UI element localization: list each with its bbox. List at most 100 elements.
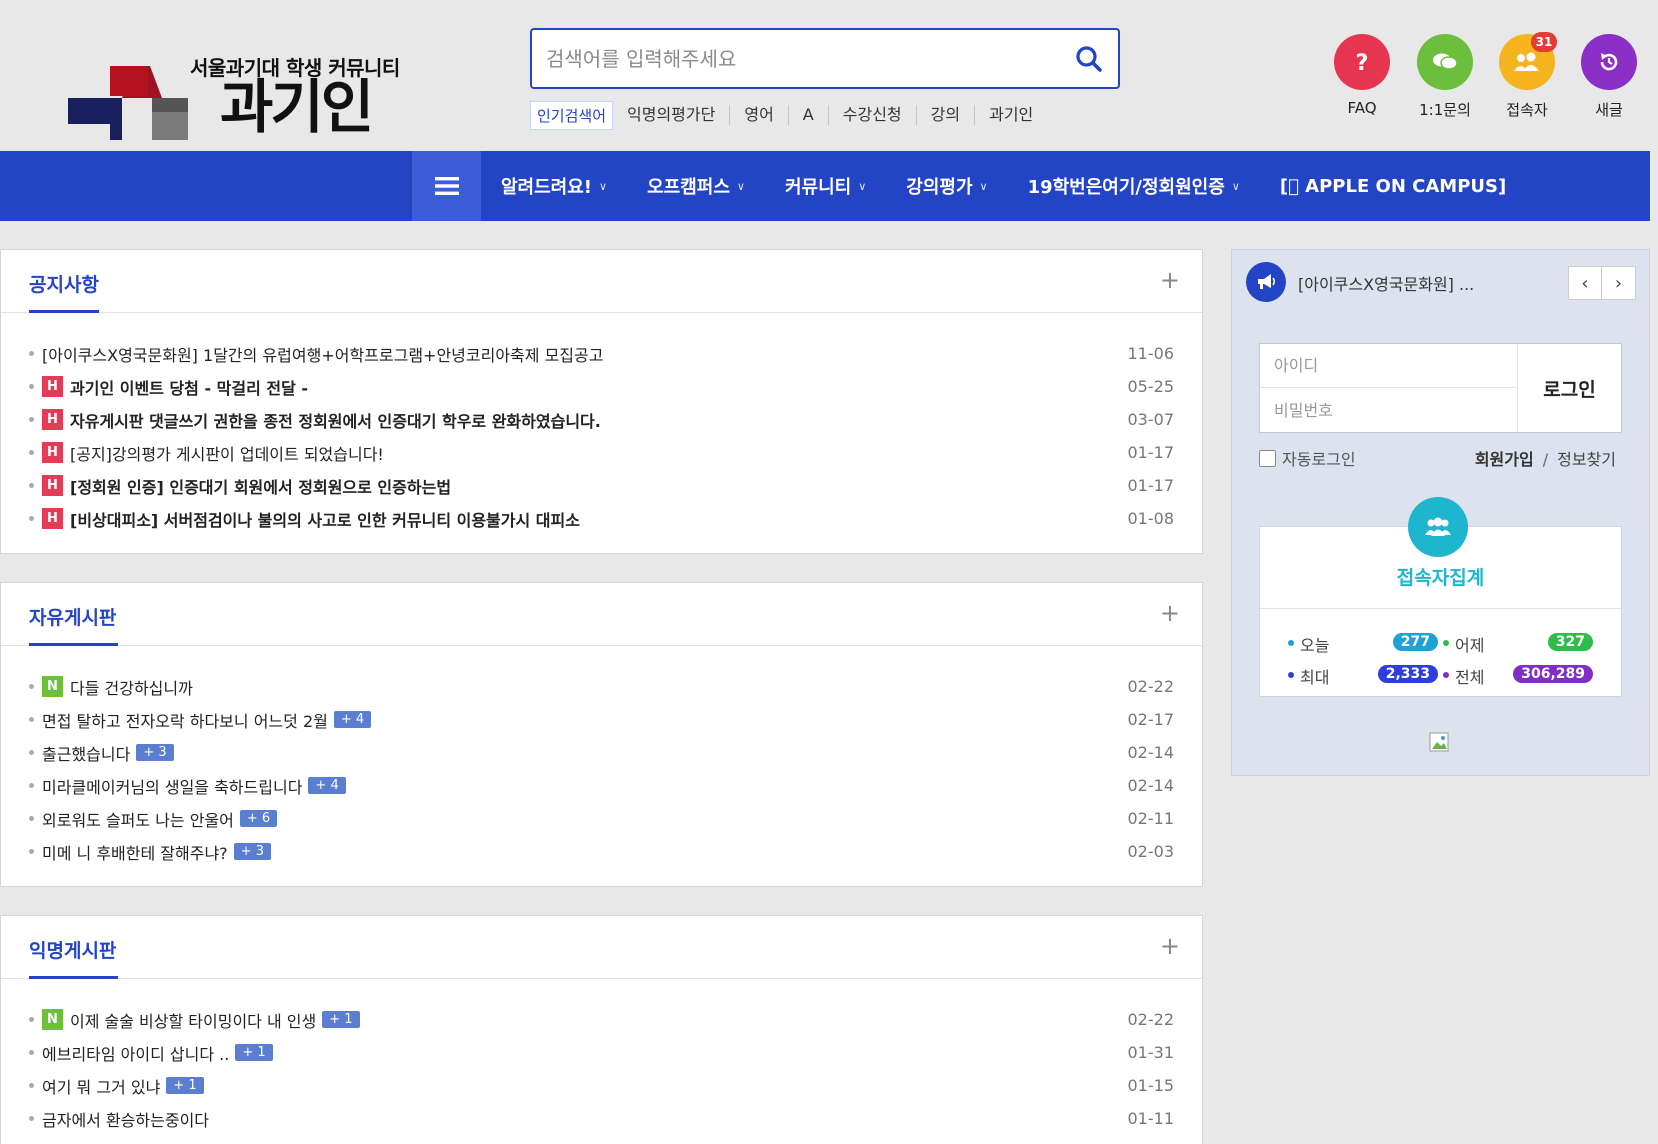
- join-link[interactable]: 회원가입: [1475, 450, 1534, 469]
- nav-item-label: 19학번은여기/정회원인증: [1027, 177, 1225, 198]
- chevron-down-icon: ∨: [736, 179, 745, 193]
- post-title[interactable]: [정회원 인증] 인증대기 회원에서 정회원으로 인증하는법: [70, 474, 451, 498]
- comment-count-badge: + 3: [136, 744, 174, 761]
- post-title[interactable]: [아이쿠스X영국문화원] 1달간의 유럽여행+어학프로그램+안녕코리아축제 모집…: [42, 342, 603, 366]
- post-date: 03-07: [1127, 410, 1175, 429]
- bullet-icon: [29, 717, 34, 722]
- sidebar-notice-text[interactable]: [아이쿠스X영국문화원] ...: [1298, 271, 1474, 295]
- post-item[interactable]: 금자에서 환승하는중이다 01-11: [1, 1102, 1202, 1135]
- login-button[interactable]: 로그인: [1517, 344, 1621, 432]
- more-icon[interactable]: +: [1160, 932, 1180, 960]
- chevron-down-icon: ∨: [1231, 179, 1240, 193]
- username-field[interactable]: [1260, 344, 1516, 388]
- post-item[interactable]: N 이제 술술 비상할 타이밍이다 내 인생 + 1 02-22: [1, 1003, 1202, 1036]
- post-item[interactable]: 면접 탈하고 전자오락 하다보니 어느덧 2월 + 4 02-17: [1, 703, 1202, 736]
- stat-label: 최대: [1300, 668, 1330, 687]
- search-input[interactable]: [546, 42, 1046, 76]
- post-title[interactable]: [비상대피소] 서버점검이나 불의의 사고로 인한 커뮤니티 이용불가시 대피소: [70, 507, 580, 531]
- post-title[interactable]: 외로워도 슬퍼도 나는 안울어: [42, 807, 234, 831]
- question-icon: ?: [1334, 34, 1390, 90]
- menu-icon[interactable]: [412, 151, 481, 221]
- site-logo[interactable]: 서울과기대 학생 커뮤니티 과기인: [68, 50, 418, 140]
- panel-title-underline: [29, 976, 118, 979]
- stats-title: 접속자집계: [1396, 567, 1485, 589]
- new-posts-label: 새글: [1595, 101, 1623, 119]
- post-title[interactable]: 면접 탈하고 전자오락 하다보니 어느덧 2월: [42, 708, 328, 732]
- faq-label: FAQ: [1347, 99, 1377, 117]
- search-icon[interactable]: [1074, 44, 1104, 74]
- post-item[interactable]: H [비상대피소] 서버점검이나 불의의 사고로 인한 커뮤니티 이용불가시 대피…: [1, 502, 1202, 535]
- nav-item-offcampus[interactable]: 오프캠퍼스 ∨: [627, 173, 765, 199]
- password-field[interactable]: [1260, 388, 1516, 432]
- stat-dot: [1288, 672, 1294, 678]
- account-links: 회원가입 / 정보찾기: [1475, 446, 1616, 470]
- post-item[interactable]: 미라클메이커님의 생일을 축하드립니다 + 4 02-14: [1, 769, 1202, 802]
- faq-link[interactable]: ? FAQ: [1322, 34, 1402, 117]
- popular-search-item[interactable]: 수강신청: [829, 105, 917, 125]
- post-title[interactable]: 이제 술술 비상할 타이밍이다 내 인생: [70, 1008, 316, 1032]
- panel-title[interactable]: 자유게시판: [29, 603, 116, 630]
- post-title[interactable]: 다들 건강하십니까: [70, 675, 193, 699]
- inquiry-label: 1:1문의: [1419, 101, 1471, 119]
- anonymous-board-panel: 익명게시판 + N 이제 술술 비상할 타이밍이다 내 인생 + 1 02-22 에브리…: [0, 915, 1203, 1144]
- chevron-left-icon[interactable]: ‹: [1568, 266, 1602, 300]
- new-posts-link[interactable]: 새글: [1569, 34, 1649, 120]
- popular-search-item[interactable]: 영어: [730, 105, 789, 125]
- post-item[interactable]: N 다들 건강하십니까 02-22: [1, 670, 1202, 703]
- post-title[interactable]: 미라클메이커님의 생일을 축하드립니다: [42, 774, 302, 798]
- bullet-icon: [29, 417, 34, 422]
- post-title[interactable]: [공지]강의평가 게시판이 업데이트 되었습니다!: [70, 441, 384, 465]
- post-item[interactable]: 외로워도 슬퍼도 나는 안울어 + 6 02-11: [1, 802, 1202, 835]
- popular-search-item[interactable]: 과기인: [975, 105, 1047, 125]
- auto-login-checkbox[interactable]: [1259, 449, 1276, 467]
- post-title[interactable]: 금자에서 환승하는중이다: [42, 1107, 209, 1131]
- nav-item-community[interactable]: 커뮤니티 ∨: [765, 173, 886, 199]
- inquiry-link[interactable]: 1:1문의: [1405, 34, 1485, 120]
- nav-item-apple-on-campus[interactable]: [ APPLE ON CAMPUS]: [1260, 176, 1526, 197]
- popular-search-item[interactable]: A: [789, 105, 829, 125]
- online-users-link[interactable]: 31 접속자: [1487, 32, 1567, 120]
- popular-search-label: 인기검색어: [530, 100, 614, 130]
- post-item[interactable]: H 과기인 이벤트 당첨 - 막걸리 전달 - 05-25: [1, 370, 1202, 403]
- post-title[interactable]: 과기인 이벤트 당첨 - 막걸리 전달 -: [70, 375, 308, 399]
- post-item[interactable]: H 자유게시판 댓글쓰기 권한을 종전 정회원에서 인증대기 학우로 완화하였습니…: [1, 403, 1202, 436]
- nav-item-freshman[interactable]: 19학번은여기/정회원인증 ∨: [1008, 173, 1260, 199]
- bullet-icon: [29, 684, 34, 689]
- bullet-icon: [29, 384, 34, 389]
- more-icon[interactable]: +: [1160, 599, 1180, 627]
- post-item[interactable]: 미메 니 후배한테 잘해주냐? + 3 02-03: [1, 835, 1202, 868]
- post-item[interactable]: 여기 뭐 그거 있냐 + 1 01-15: [1, 1069, 1202, 1102]
- more-icon[interactable]: +: [1160, 266, 1180, 294]
- post-date: 02-03: [1127, 842, 1175, 861]
- chevron-right-icon[interactable]: ›: [1602, 266, 1636, 300]
- nav-item-label: 커뮤니티: [784, 177, 852, 198]
- panel-title[interactable]: 익명게시판: [29, 936, 116, 963]
- post-title[interactable]: 여기 뭐 그거 있냐: [42, 1074, 160, 1098]
- popular-search-item[interactable]: 강의: [917, 105, 976, 125]
- logo-mark-icon: [68, 66, 188, 140]
- nav-item-label: 알려드려요!: [501, 177, 593, 198]
- nav-item-lecture-review[interactable]: 강의평가 ∨: [886, 173, 1007, 199]
- post-item[interactable]: 에브리타임 아이디 삽니다 .. + 1 01-31: [1, 1036, 1202, 1069]
- post-title[interactable]: 미메 니 후배한테 잘해주냐?: [42, 840, 228, 864]
- nav-item-label: 강의평가: [906, 177, 973, 198]
- auto-login[interactable]: 자동로그인: [1259, 446, 1356, 470]
- bullet-icon: [29, 783, 34, 788]
- post-item[interactable]: H [정회원 인증] 인증대기 회원에서 정회원으로 인증하는법 01-17: [1, 469, 1202, 502]
- post-title[interactable]: 출근했습니다: [42, 741, 130, 765]
- panel-title[interactable]: 공지사항: [29, 270, 99, 297]
- chevron-down-icon: ∨: [599, 179, 608, 193]
- users-icon: [1408, 497, 1468, 557]
- post-list: N 다들 건강하십니까 02-22 면접 탈하고 전자오락 하다보니 어느덧 2월 + …: [1, 646, 1202, 868]
- post-item[interactable]: H [공지]강의평가 게시판이 업데이트 되었습니다! 01-17: [1, 436, 1202, 469]
- bullet-icon: [29, 849, 34, 854]
- bullet-icon: [29, 1017, 34, 1022]
- popular-search-item[interactable]: 익명의평가단: [613, 105, 731, 125]
- find-account-link[interactable]: 정보찾기: [1557, 450, 1616, 469]
- post-item[interactable]: [아이쿠스X영국문화원] 1달간의 유럽여행+어학프로그램+안녕코리아축제 모집…: [1, 337, 1202, 370]
- hot-badge: H: [42, 508, 63, 529]
- nav-item-notice[interactable]: 알려드려요! ∨: [481, 173, 627, 199]
- post-title[interactable]: 에브리타임 아이디 삽니다 ..: [42, 1041, 229, 1065]
- post-title[interactable]: 자유게시판 댓글쓰기 권한을 종전 정회원에서 인증대기 학우로 완화하였습니다…: [70, 408, 601, 432]
- post-item[interactable]: 출근했습니다 + 3 02-14: [1, 736, 1202, 769]
